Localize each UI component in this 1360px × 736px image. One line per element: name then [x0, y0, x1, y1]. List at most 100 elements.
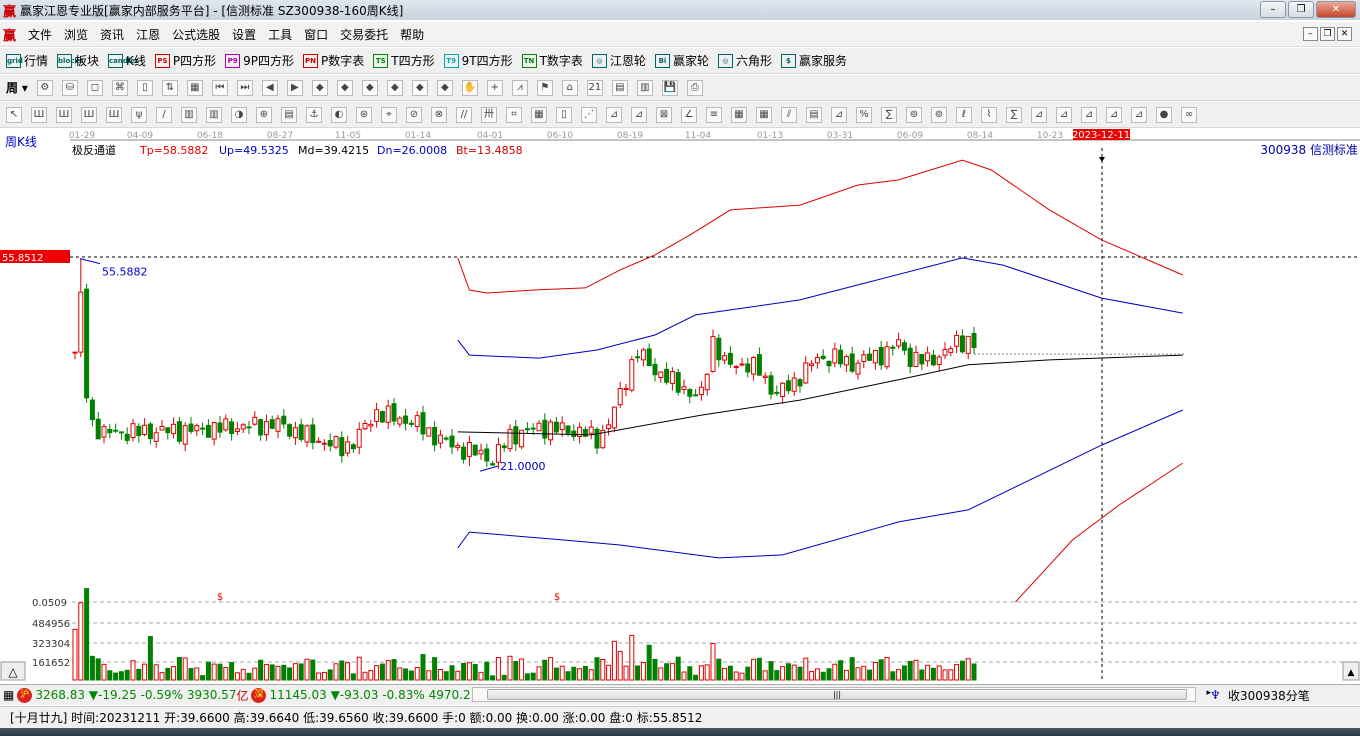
tool-icon[interactable]: % — [856, 106, 872, 123]
tool-icon[interactable]: ⊿ — [1131, 106, 1147, 123]
tool-icon[interactable]: ▶ — [286, 79, 303, 96]
collapse-arrow-icon[interactable]: △ — [8, 665, 18, 679]
tool-icon[interactable]: ◆ — [386, 79, 403, 96]
toolbar-2[interactable]: candles K线 — [108, 52, 146, 69]
tool-icon[interactable]: // — [456, 106, 472, 123]
tool-icon[interactable]: ⋰ — [581, 106, 597, 123]
tool-icon[interactable]: ⌗ — [506, 106, 522, 123]
menu-2[interactable]: 资讯 — [100, 26, 124, 43]
tool-icon[interactable]: ↖ — [6, 106, 22, 123]
tool-icon[interactable]: ⏮ — [211, 79, 228, 96]
scroll-thumb[interactable]: ||| — [487, 689, 1187, 700]
tool-icon[interactable]: ▯ — [556, 106, 572, 123]
tool-icon[interactable]: ⚓ — [306, 106, 322, 123]
toolbar-6[interactable]: TS T四方形 — [373, 52, 435, 69]
tool-icon[interactable]: ▦ — [186, 79, 203, 96]
tool-icon[interactable]: ⏭ — [236, 79, 253, 96]
menu-1[interactable]: 浏览 — [64, 26, 88, 43]
tool-icon[interactable]: ⛁ — [61, 79, 78, 96]
tool-icon[interactable]: ⎙ — [686, 79, 703, 96]
toolbar-7[interactable]: T9 9T四方形 — [443, 52, 513, 69]
tool-icon[interactable]: ▥ — [636, 79, 653, 96]
tool-icon[interactable]: ⊛ — [356, 106, 372, 123]
tool-icon[interactable]: ⊠ — [656, 106, 672, 123]
toolbar-12[interactable]: $ 赢家服务 — [780, 52, 847, 69]
tool-icon[interactable]: ▦ — [731, 106, 747, 123]
tool-icon[interactable]: ◆ — [311, 79, 328, 96]
tool-icon[interactable]: ▥ — [206, 106, 222, 123]
tool-icon[interactable]: ⊗ — [431, 106, 447, 123]
toolbar-11[interactable]: ◎ 六角形 — [717, 52, 772, 69]
toolbar-3[interactable]: PS P四方形 — [154, 52, 216, 69]
mdi-minimize-button[interactable]: – — [1303, 27, 1318, 41]
tool-icon[interactable]: ⊿ — [1031, 106, 1047, 123]
tool-icon[interactable]: ⊚ — [931, 106, 947, 123]
menu-5[interactable]: 设置 — [232, 26, 256, 43]
menu-6[interactable]: 工具 — [268, 26, 292, 43]
toolbar-1[interactable]: blocks 板块 — [57, 52, 99, 69]
tool-icon[interactable]: ⊕ — [256, 106, 272, 123]
tool-icon[interactable]: Ш — [31, 106, 47, 123]
tool-icon[interactable]: ⌘ — [111, 79, 128, 96]
tool-icon[interactable]: ψ — [131, 106, 147, 123]
tool-icon[interactable]: ◆ — [436, 79, 453, 96]
tool-icon[interactable]: ✋ — [461, 79, 478, 96]
tool-icon[interactable]: ◻ — [86, 79, 103, 96]
toolbar-8[interactable]: TN T数字表 — [521, 52, 583, 69]
tool-icon[interactable]: ⊿ — [1081, 106, 1097, 123]
tool-icon[interactable]: Ш — [81, 106, 97, 123]
tool-icon[interactable]: Ш — [106, 106, 122, 123]
period-select[interactable]: 周 ▾ — [6, 79, 28, 96]
tool-icon[interactable]: ◐ — [331, 106, 347, 123]
tool-icon[interactable]: ◆ — [361, 79, 378, 96]
toolbar-10[interactable]: Bi 赢家轮 — [654, 52, 709, 69]
menu-4[interactable]: 公式选股 — [172, 26, 220, 43]
menu-9[interactable]: 帮助 — [400, 26, 424, 43]
tool-icon[interactable]: ▤ — [611, 79, 628, 96]
tool-icon[interactable]: ∑ — [1006, 106, 1022, 123]
menu-0[interactable]: 文件 — [28, 26, 52, 43]
menu-7[interactable]: 窗口 — [304, 26, 328, 43]
tool-icon[interactable]: ⊿ — [606, 106, 622, 123]
toolbar-0[interactable]: grid 行情 — [6, 52, 48, 69]
tool-icon[interactable]: ⇅ — [161, 79, 178, 96]
quote-table-icon[interactable]: ▦ — [3, 688, 14, 702]
toolbar-9[interactable]: ◎ 江恩轮 — [591, 52, 646, 69]
tool-icon[interactable]: ⚙ — [36, 79, 53, 96]
tool-icon[interactable]: 卅 — [481, 106, 497, 123]
menu-8[interactable]: 交易委托 — [340, 26, 388, 43]
tool-icon[interactable]: ▥ — [181, 106, 197, 123]
menu-3[interactable]: 江恩 — [136, 26, 160, 43]
tool-icon[interactable]: ▦ — [531, 106, 547, 123]
tool-icon[interactable]: ⊿ — [631, 106, 647, 123]
tool-icon[interactable]: ⌂ — [561, 79, 578, 96]
tool-icon[interactable]: ∠ — [681, 106, 697, 123]
tool-icon[interactable]: ▤ — [281, 106, 297, 123]
mdi-restore-button[interactable]: ❐ — [1320, 27, 1335, 41]
close-button[interactable]: ✕ — [1316, 1, 1356, 18]
tool-icon[interactable]: ⩘ — [511, 79, 528, 96]
tool-icon[interactable]: ≡ — [706, 106, 722, 123]
tick-data-label[interactable]: 收300938分笔 — [1228, 687, 1310, 704]
tool-icon[interactable]: ⚑ — [536, 79, 553, 96]
mdi-close-button[interactable]: ✕ — [1337, 27, 1352, 41]
tool-icon[interactable]: ▯ — [136, 79, 153, 96]
tool-icon[interactable]: ℓ — [956, 106, 972, 123]
maximize-button[interactable]: ❐ — [1288, 1, 1314, 18]
tool-icon[interactable]: ⌇ — [981, 106, 997, 123]
tool-icon[interactable]: ⫽ — [781, 106, 797, 123]
tool-icon[interactable]: ▤ — [806, 106, 822, 123]
tool-icon[interactable]: ▦ — [756, 106, 772, 123]
tool-icon[interactable]: ◆ — [411, 79, 428, 96]
horizontal-scrollbar[interactable]: ||| ▸ — [472, 687, 1211, 702]
tool-icon[interactable]: ● — [1156, 106, 1172, 123]
tool-icon[interactable]: ◆ — [336, 79, 353, 96]
tool-icon[interactable]: ⊿ — [1106, 106, 1122, 123]
tool-icon[interactable]: ◑ — [231, 106, 247, 123]
toolbar-5[interactable]: PN P数字表 — [303, 52, 364, 69]
tool-icon[interactable]: 💾 — [661, 79, 678, 96]
tool-icon[interactable]: 21 — [586, 79, 603, 96]
tool-icon[interactable]: ∕ — [156, 106, 172, 123]
tool-icon[interactable]: ⊘ — [406, 106, 422, 123]
tool-icon[interactable]: ⊿ — [1056, 106, 1072, 123]
